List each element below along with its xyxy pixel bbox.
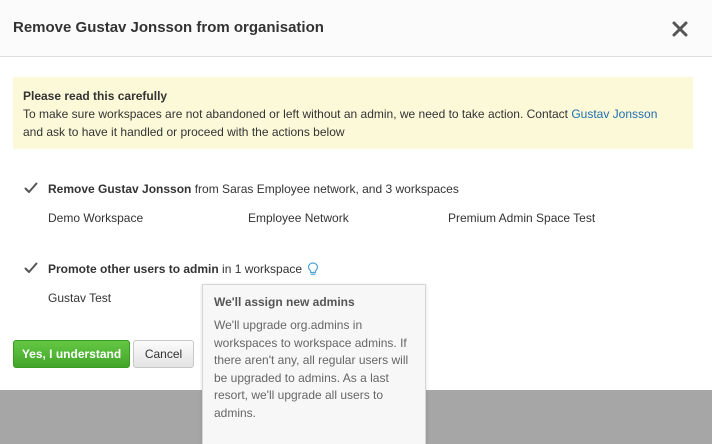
close-icon: [672, 21, 688, 37]
check-icon: [24, 182, 38, 193]
tooltip-body: We'll upgrade org.admins in workspaces t…: [214, 318, 409, 420]
action-remove-rest: from Saras Employee network, and 3 works…: [191, 182, 459, 196]
warning-notice: Please read this carefully To make sure …: [13, 77, 693, 149]
check-icon: [24, 262, 38, 273]
lightbulb-icon[interactable]: [307, 262, 319, 276]
workspace-item: Demo Workspace: [48, 211, 144, 225]
action-promote-text: Promote other users to admin in 1 worksp…: [48, 262, 302, 276]
workspace-item: Gustav Test: [48, 291, 112, 305]
admin-assignment-tooltip: We'll assign new admins We'll upgrade or…: [202, 284, 426, 444]
workspace-item: Employee Network: [248, 211, 349, 225]
action-remove-text: Remove Gustav Jonsson from Saras Employe…: [48, 182, 459, 196]
notice-text-after-link: and ask to have it handled or proceed wi…: [23, 125, 345, 139]
action-promote-bold: Promote other users to admin: [48, 262, 219, 276]
notice-heading: Please read this carefully: [23, 89, 168, 103]
notice-text-before-link: To make sure workspaces are not abandone…: [23, 107, 572, 121]
contact-user-link[interactable]: Gustav Jonsson: [571, 107, 657, 121]
dialog-header: Remove Gustav Jonsson from organisation: [0, 0, 712, 57]
action-remove-bold: Remove Gustav Jonsson: [48, 182, 192, 196]
close-button[interactable]: [668, 17, 692, 41]
cancel-button[interactable]: Cancel: [133, 340, 194, 368]
workspace-item: Premium Admin Space Test: [448, 211, 596, 225]
action-promote-rest: in 1 workspace: [218, 262, 303, 276]
confirm-button[interactable]: Yes, I understand: [13, 340, 130, 368]
dialog-title: Remove Gustav Jonsson from organisation: [13, 19, 324, 36]
tooltip-title: We'll assign new admins: [214, 295, 355, 309]
